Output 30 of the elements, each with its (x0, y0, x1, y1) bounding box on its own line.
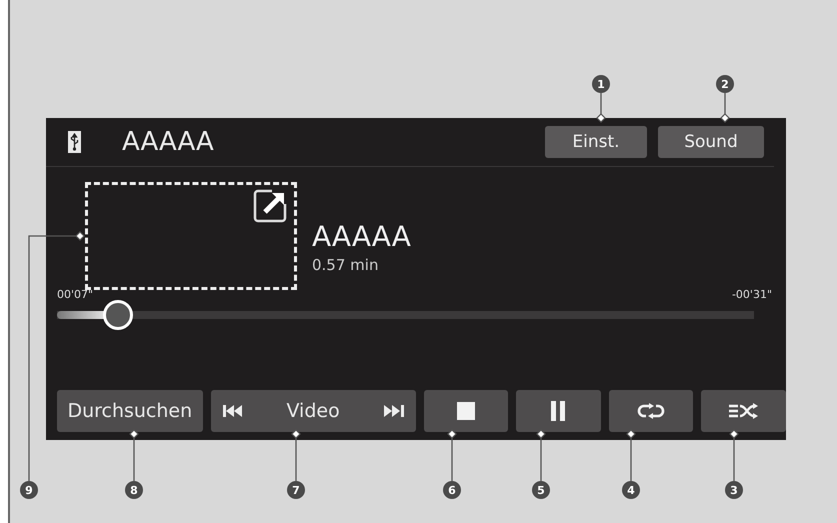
repeat-button[interactable] (608, 390, 694, 432)
leader-line (447, 429, 457, 481)
repeat-icon (637, 403, 666, 419)
sound-button[interactable]: Sound (658, 126, 764, 158)
browse-button[interactable]: Durchsuchen (57, 390, 203, 432)
leader-line (729, 429, 739, 481)
pause-icon (551, 401, 566, 421)
stop-icon (456, 402, 475, 420)
previous-icon[interactable] (222, 405, 243, 417)
track-duration: 0.57 min (312, 256, 380, 274)
remaining-time: -00'31" (732, 288, 772, 301)
pause-button[interactable] (516, 390, 601, 432)
leader-line (596, 93, 606, 123)
leader-line (129, 429, 139, 481)
leader-line (626, 429, 636, 481)
stop-button[interactable] (424, 390, 508, 432)
source-label[interactable]: Video (286, 400, 340, 422)
usb-icon (68, 131, 81, 153)
expand-icon (252, 188, 288, 224)
leader-line (536, 429, 546, 481)
next-icon[interactable] (384, 405, 404, 417)
leader-line (720, 93, 730, 123)
settings-button[interactable]: Einst. (545, 126, 647, 158)
track-title: AAAAA (312, 220, 411, 254)
source-title: AAAAA (122, 127, 215, 157)
slider-thumb[interactable] (103, 300, 134, 330)
shuffle-icon (728, 403, 759, 419)
album-art-placeholder[interactable] (85, 182, 297, 290)
shuffle-button[interactable] (701, 390, 786, 432)
elapsed-time: 00'07" (57, 288, 94, 301)
